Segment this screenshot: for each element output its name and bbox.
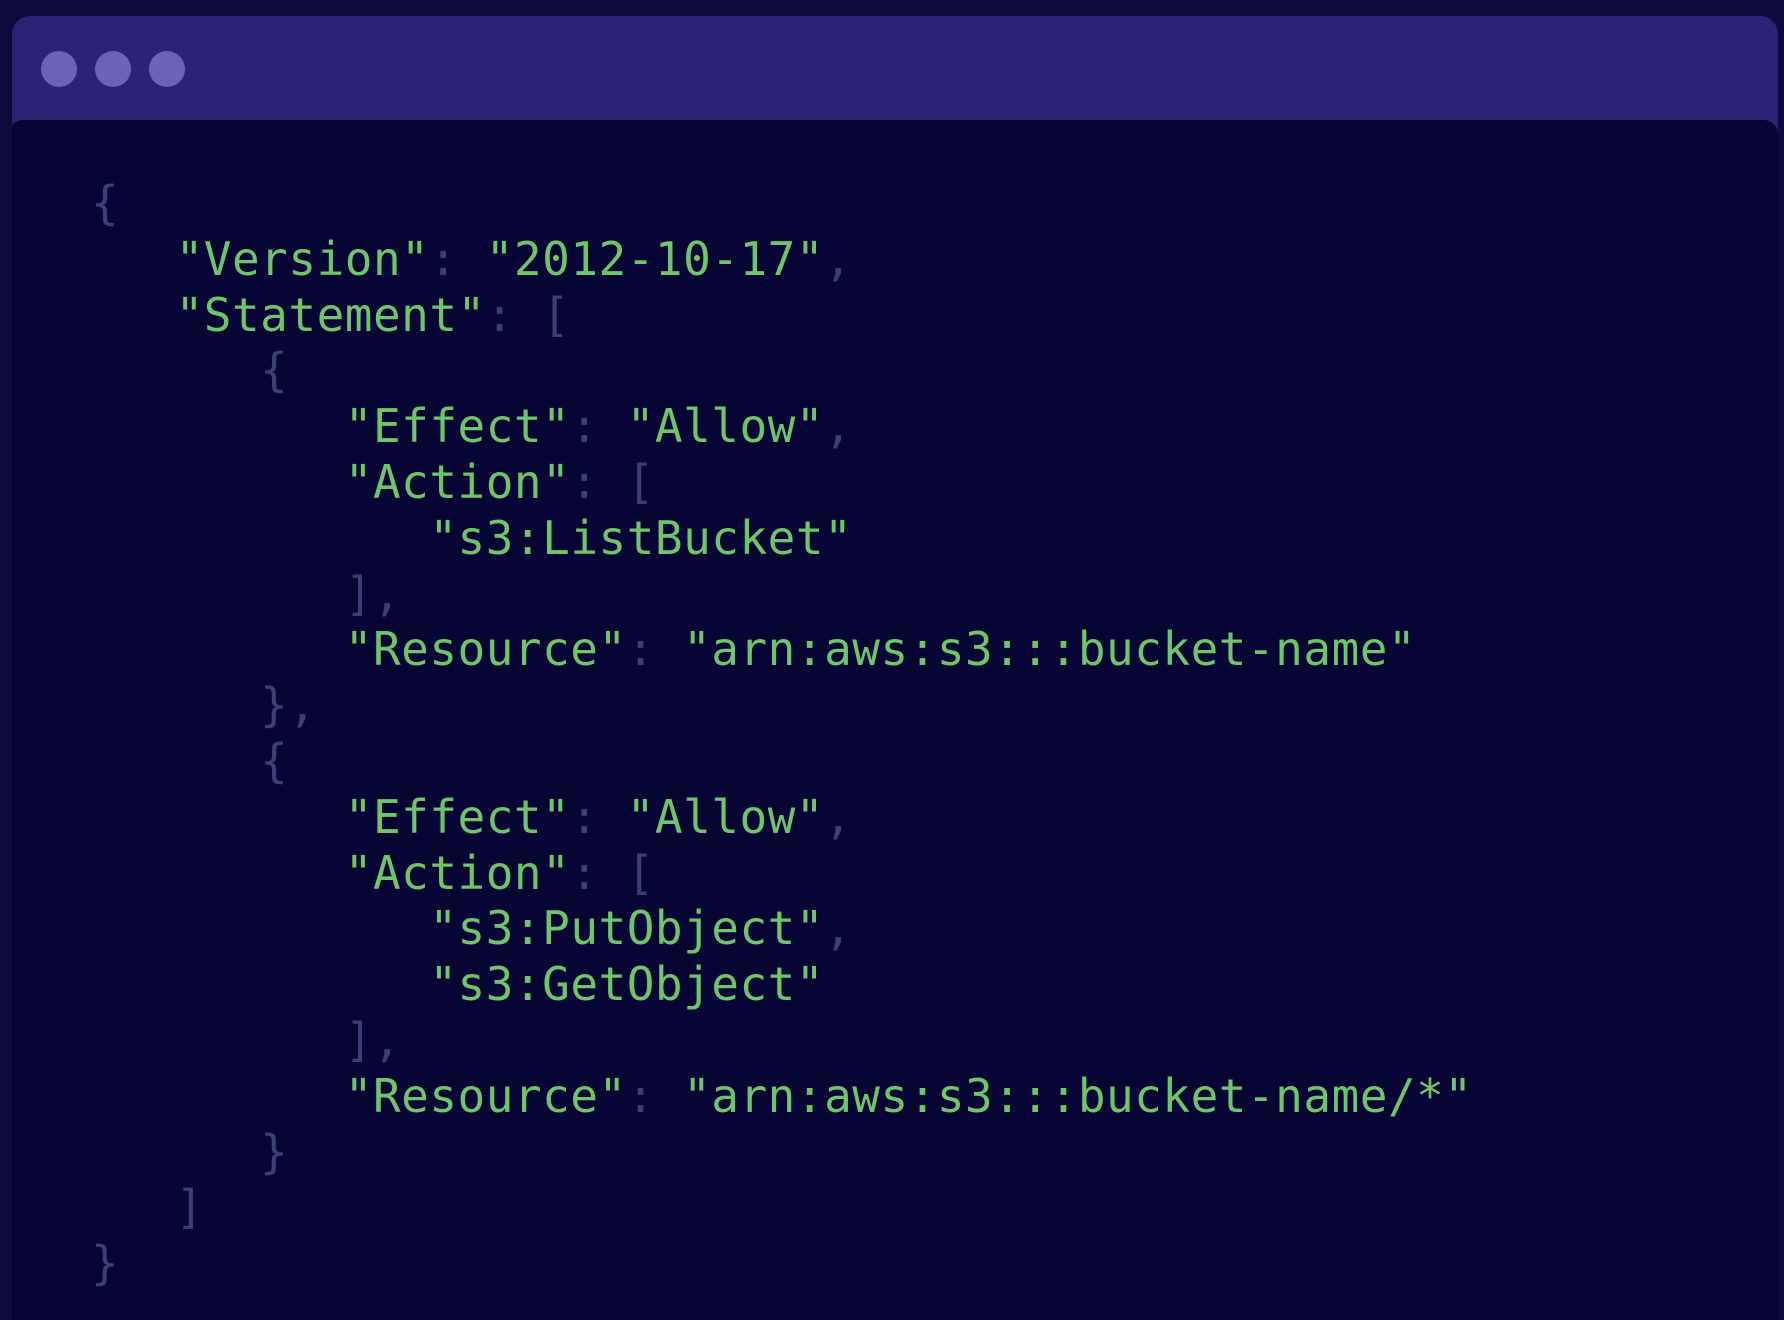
code-string-token: "Version" [175,231,430,286]
code-punctuation-token [91,901,429,955]
window-titlebar [12,16,1778,120]
code-line: ], [91,1013,1473,1069]
code-punctuation-token: ] [91,1180,204,1235]
code-punctuation-token [91,232,176,286]
code-line: "Version": "2012-10-17", [91,232,1473,288]
code-string-token: "Resource" [344,622,627,677]
code-punctuation-token: : [ [570,845,655,900]
window-maximize-dot-icon[interactable] [149,51,185,87]
code-punctuation-token [91,790,345,844]
code-line: "Action": [ [91,455,1473,511]
code-punctuation-token: , [824,789,853,844]
code-string-token: "Statement" [175,287,486,342]
code-line: "s3:GetObject" [91,957,1473,1013]
code-line: { [91,734,1473,790]
code-punctuation-token [91,1069,345,1123]
code-block: { "Version": "2012-10-17", "Statement": … [91,176,1473,1292]
code-string-token: "arn:aws:s3:::bucket-name" [683,622,1417,677]
code-string-token: "Allow" [626,789,825,844]
code-punctuation-token: , [824,901,853,956]
code-punctuation-token: : [626,1068,684,1123]
code-string-token: "s3:GetObject" [429,957,825,1012]
code-line: "Action": [ [91,846,1473,902]
code-punctuation-token: , [824,399,853,454]
code-string-token: "Action" [344,845,571,900]
code-punctuation-token: : [429,231,486,286]
code-punctuation-token [91,957,429,1011]
code-editor: { "Version": "2012-10-17", "Statement": … [12,120,1778,1320]
code-punctuation-token: : [ [570,454,655,509]
code-string-token: "s3:PutObject" [429,901,825,956]
code-punctuation-token: { [91,733,289,788]
code-string-token: "2012-10-17" [485,231,825,286]
code-punctuation-token: ], [91,566,402,621]
code-line: }, [91,678,1473,734]
code-punctuation-token [91,288,176,342]
code-line: } [91,1125,1473,1181]
code-punctuation-token [91,511,429,565]
code-line: "Resource": "arn:aws:s3:::bucket-name" [91,622,1473,678]
code-line: { [91,176,1473,232]
code-punctuation-token [91,846,345,900]
code-line: "s3:ListBucket" [91,511,1473,567]
code-punctuation-token: : [570,399,627,454]
code-line: { [91,343,1473,399]
code-punctuation-token: : [626,622,684,677]
code-line: "Effect": "Allow", [91,790,1473,846]
code-punctuation-token: ], [91,1012,402,1067]
code-line: "Statement": [ [91,288,1473,344]
code-string-token: "Resource" [344,1068,627,1123]
code-punctuation-token [91,399,345,453]
code-punctuation-token: }, [91,678,317,733]
code-punctuation-token: : [570,789,627,844]
code-string-token: "s3:ListBucket" [429,510,853,565]
code-punctuation-token: , [824,231,853,286]
code-line: ] [91,1180,1473,1236]
code-punctuation-token: { [91,343,289,398]
code-punctuation-token: } [91,1236,120,1291]
code-punctuation-token: : [ [485,287,571,342]
code-string-token: "arn:aws:s3:::bucket-name/*" [683,1068,1473,1123]
code-line: "s3:PutObject", [91,901,1473,957]
code-punctuation-token: { [91,176,120,230]
code-line: "Resource": "arn:aws:s3:::bucket-name/*" [91,1069,1473,1125]
code-string-token: "Allow" [626,399,825,454]
code-window: { "Version": "2012-10-17", "Statement": … [12,16,1778,1320]
code-punctuation-token: } [91,1124,289,1179]
window-minimize-dot-icon[interactable] [95,51,131,87]
code-punctuation-token [91,455,345,509]
code-line: } [91,1236,1473,1292]
code-string-token: "Effect" [344,399,571,454]
code-line: ], [91,567,1473,623]
window-close-dot-icon[interactable] [41,51,77,87]
code-string-token: "Action" [344,454,571,509]
code-line: "Effect": "Allow", [91,399,1473,455]
code-string-token: "Effect" [344,789,571,844]
code-punctuation-token [91,622,345,676]
